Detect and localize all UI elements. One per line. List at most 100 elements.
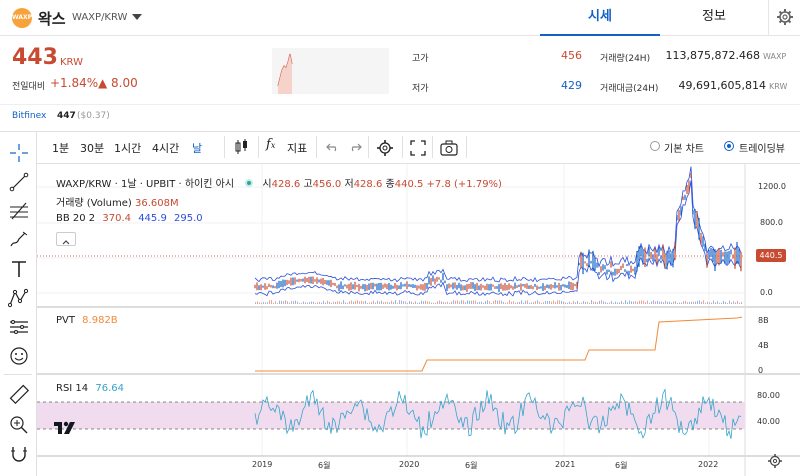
camera-icon[interactable] (440, 140, 458, 156)
volume-bar (697, 300, 698, 304)
prediction-tool-icon[interactable] (8, 317, 30, 337)
volume-bar (479, 301, 480, 304)
volume-bar (439, 300, 440, 304)
low-value: 429 (561, 79, 582, 92)
volume-bar (447, 301, 448, 304)
volume-bar (257, 301, 258, 304)
chart-svg[interactable] (37, 164, 800, 476)
volume-bar (549, 301, 550, 304)
volume-bar (407, 302, 408, 304)
volume-bar (373, 300, 374, 304)
fullscreen-icon[interactable] (410, 140, 426, 156)
volume-bar (611, 300, 612, 304)
volume-bar (301, 302, 302, 304)
volume-bar (487, 300, 488, 304)
price-axis-label: 1200.0 (758, 182, 786, 191)
zoom-in-icon[interactable] (8, 414, 30, 434)
interval-day-button[interactable]: 날 (192, 140, 202, 156)
volume-bar (601, 300, 602, 304)
trend-line-icon[interactable] (9, 172, 29, 192)
volume-bar (553, 300, 554, 304)
volume-bar (363, 301, 364, 304)
turnover-unit: KRW (769, 82, 788, 91)
volume-bar (569, 301, 570, 304)
pattern-tool-icon[interactable] (8, 288, 30, 308)
tradingview-logo-icon (54, 421, 75, 434)
time-axis-label: 2021 (555, 460, 576, 469)
volume-bar (457, 300, 458, 304)
brush-icon[interactable] (8, 230, 30, 250)
volume-bar (297, 301, 298, 304)
volume-bar (555, 301, 556, 304)
fib-tool-icon[interactable] (8, 201, 30, 221)
text-tool-icon[interactable] (9, 259, 29, 279)
basic-chart-label: 기본 차트 (664, 144, 704, 155)
tradingview-radio[interactable] (724, 141, 734, 151)
candle-type-icon[interactable] (234, 138, 250, 156)
volume-bar (509, 300, 510, 304)
basic-chart-radio[interactable] (650, 141, 660, 151)
settings-button[interactable] (768, 0, 800, 36)
volume-bar (577, 300, 578, 304)
time-axis-label: 2022 (698, 460, 719, 469)
volume-bar (661, 301, 662, 304)
volume-bar (347, 302, 348, 304)
volume-bar (531, 302, 532, 304)
volume-bar (367, 302, 368, 304)
volume-bar (681, 302, 682, 304)
interval-30m-button[interactable]: 30분 (80, 140, 104, 156)
emoji-icon[interactable] (9, 346, 29, 366)
tab-quotes[interactable]: 시세 (540, 0, 660, 36)
volume-bar (327, 300, 328, 304)
volume-bar (635, 301, 636, 304)
volume-bar (255, 302, 256, 304)
exchange-price: 447 (57, 111, 76, 121)
interval-4h-button[interactable]: 4시간 (152, 140, 179, 156)
toolbar-divider (258, 136, 259, 158)
volume-bar (739, 302, 740, 304)
volume-bar (737, 300, 738, 304)
volume-bar (343, 300, 344, 304)
indicators-button[interactable]: 지표 (287, 140, 307, 156)
time-axis-settings-gear-icon[interactable] (766, 452, 784, 470)
toolbar-divider (402, 136, 403, 158)
volume-bar (645, 302, 646, 304)
volume-bar (265, 302, 266, 304)
volume-bar (711, 302, 712, 304)
bb-legend: BB 20 2 370.4 445.9 295.0 (56, 213, 203, 224)
volume-bar (609, 302, 610, 304)
volume-bar (731, 302, 732, 304)
volume-bar (687, 302, 688, 304)
volume-bar (723, 300, 724, 304)
volume-bar (517, 302, 518, 304)
ruler-icon[interactable] (8, 384, 30, 404)
close-label: 종 (385, 179, 395, 190)
undo-icon[interactable] (326, 141, 340, 153)
toolbar-divider (368, 136, 369, 158)
exchange-name-link[interactable]: Bitfinex (12, 111, 46, 121)
interval-1h-button[interactable]: 1시간 (114, 140, 141, 156)
tab-info[interactable]: 정보 (660, 0, 768, 36)
volume-bar (659, 301, 660, 304)
volume-bar (303, 301, 304, 304)
chart-settings-gear-icon[interactable] (376, 139, 394, 157)
volume-bar (647, 300, 648, 304)
volume-bar (293, 301, 294, 304)
pvt-label: PVT (56, 315, 75, 326)
volume-bar (563, 301, 564, 304)
volume-bar (597, 302, 598, 304)
volume-bar (423, 301, 424, 304)
volume-bar (361, 300, 362, 304)
pair-dropdown-caret-icon[interactable] (132, 14, 142, 20)
volume-bar (289, 302, 290, 304)
volume-bar (673, 301, 674, 304)
redo-icon[interactable] (348, 141, 362, 153)
volume-bar (387, 301, 388, 304)
collapse-legend-button[interactable] (56, 232, 76, 246)
pvt-value: 8.982B (82, 315, 118, 326)
interval-1m-button[interactable]: 1분 (52, 140, 69, 156)
magnet-icon[interactable] (8, 444, 30, 464)
crosshair-icon[interactable] (9, 143, 29, 163)
open-label: 시 (262, 179, 272, 190)
volume-bar (671, 302, 672, 304)
